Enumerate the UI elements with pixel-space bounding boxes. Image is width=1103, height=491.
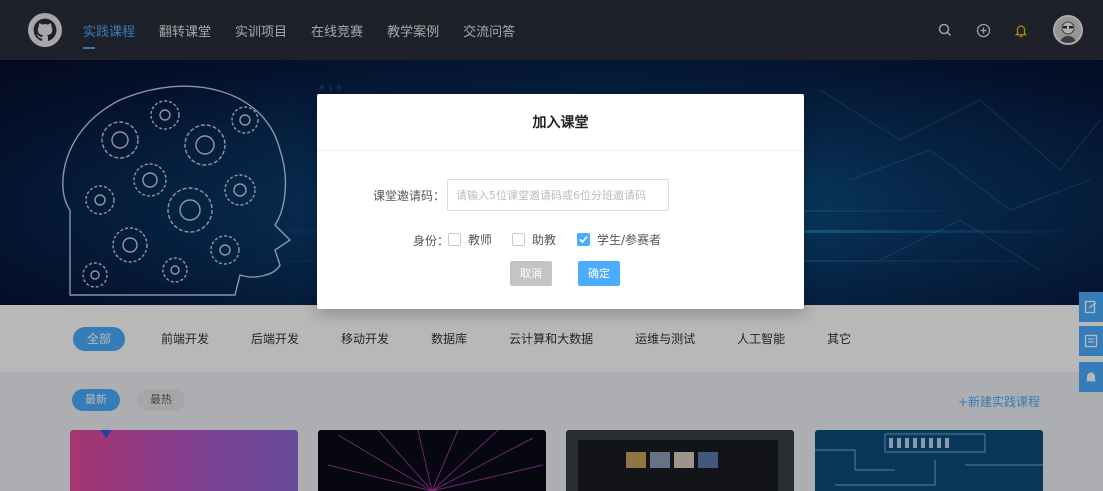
nav-item-teaching-cases[interactable]: 教学案例 — [387, 21, 439, 40]
course-card[interactable] — [70, 430, 298, 491]
checkmark-icon — [579, 235, 588, 244]
role-option-label: 教师 — [468, 233, 493, 247]
bell-icon[interactable] — [1011, 20, 1031, 40]
role-option-assistant[interactable]: 助教 — [512, 231, 556, 248]
course-card[interactable] — [815, 430, 1043, 491]
category-bar: 全部 前端开发 后端开发 移动开发 数据库 云计算和大数据 运维与测试 人工智能… — [0, 305, 1103, 373]
category-frontend[interactable]: 前端开发 — [161, 327, 209, 351]
course-card-image — [815, 433, 1043, 486]
category-other[interactable]: 其它 — [827, 327, 851, 351]
join-classroom-modal: 加入课堂 课堂邀请码： 身份： 教师 助教 学生/参赛者 取消 确定 — [317, 94, 804, 309]
category-ops-testing[interactable]: 运维与测试 — [635, 327, 695, 351]
role-option-label: 助教 — [532, 233, 557, 247]
category-mobile[interactable]: 移动开发 — [341, 327, 389, 351]
modal-title: 加入课堂 — [317, 94, 804, 151]
cancel-button[interactable]: 取消 — [510, 261, 552, 286]
nav-item-flipped-classroom[interactable]: 翻转课堂 — [159, 21, 211, 40]
category-ai[interactable]: 人工智能 — [737, 327, 785, 351]
course-card[interactable] — [318, 430, 546, 491]
role-option-label: 学生/参赛者 — [597, 233, 662, 247]
category-database[interactable]: 数据库 — [431, 327, 467, 351]
nav-item-practice-courses[interactable]: 实践课程 — [83, 21, 135, 49]
category-backend[interactable]: 后端开发 — [251, 327, 299, 351]
nav-item-online-contests[interactable]: 在线竞赛 — [311, 21, 363, 40]
side-feedback-button[interactable] — [1079, 326, 1103, 356]
nav-item-training-projects[interactable]: 实训项目 — [235, 21, 287, 40]
confirm-button[interactable]: 确定 — [578, 261, 620, 286]
bell-icon — [1085, 372, 1097, 382]
course-card[interactable] — [566, 430, 794, 491]
assistant-checkbox[interactable] — [512, 233, 525, 246]
side-edit-button[interactable] — [1079, 292, 1103, 322]
search-icon[interactable] — [935, 20, 955, 40]
edit-icon — [1084, 300, 1097, 314]
top-navbar: 实践课程 翻转课堂 实训项目 在线竞赛 教学案例 交流问答 — [0, 0, 1103, 60]
course-card-image — [578, 440, 778, 491]
avatar[interactable] — [1053, 15, 1083, 45]
role-option-student[interactable]: 学生/参赛者 — [577, 231, 661, 248]
role-option-teacher[interactable]: 教师 — [448, 231, 492, 248]
role-label: 身份： — [413, 234, 450, 248]
document-icon — [1084, 334, 1098, 348]
student-checkbox[interactable] — [577, 233, 590, 246]
sort-filters: 最新 最热 — [72, 389, 202, 411]
invite-code-input[interactable] — [447, 179, 669, 211]
filter-hottest[interactable]: 最热 — [137, 389, 185, 411]
teacher-checkbox[interactable] — [448, 233, 461, 246]
plus-circle-icon[interactable] — [973, 20, 993, 40]
svg-text:0 1 0: 0 1 0 — [320, 84, 341, 92]
category-cloud-bigdata[interactable]: 云计算和大数据 — [509, 327, 593, 351]
nav-item-qa[interactable]: 交流问答 — [463, 21, 515, 40]
filter-newest[interactable]: 最新 — [72, 389, 120, 411]
course-card-image — [327, 430, 544, 491]
github-logo-icon[interactable] — [28, 13, 62, 47]
invite-code-label: 课堂邀请码： — [373, 189, 446, 203]
new-practice-course-link[interactable]: +新建实践课程 — [958, 393, 1040, 410]
category-all[interactable]: 全部 — [73, 327, 126, 351]
side-notification-button[interactable] — [1079, 362, 1103, 392]
course-card-image — [100, 430, 112, 438]
